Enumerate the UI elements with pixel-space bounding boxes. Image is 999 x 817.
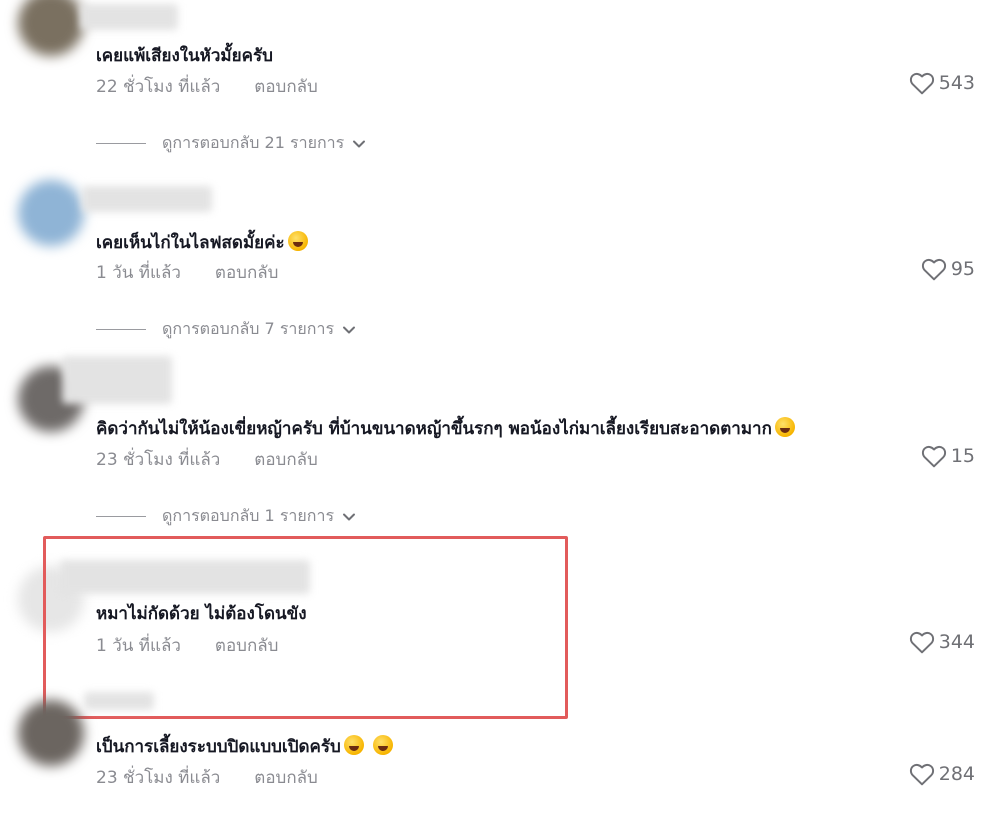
- comment-text: เป็นการเลี้ยงระบบปิดแบบเปิดครับ: [96, 733, 393, 760]
- like-button[interactable]: 15: [921, 444, 975, 468]
- view-replies-label: ดูการตอบกลับ 7 รายการ: [162, 319, 335, 338]
- rolling-laughing-emoji-icon: [372, 735, 393, 755]
- chevron-down-icon: [343, 513, 356, 520]
- comment-time: 23 ชั่วโมง ที่แล้ว: [96, 450, 221, 470]
- divider-line: [96, 143, 146, 144]
- comment-text-content: คิดว่ากันไม่ให้น้องเขี่ยหญ้าครับ ที่บ้าน…: [96, 419, 772, 439]
- like-count: 95: [950, 258, 975, 280]
- like-button[interactable]: 543: [909, 71, 975, 95]
- chevron-down-icon: [353, 140, 366, 147]
- comment-meta: 23 ชั่วโมง ที่แล้ว ตอบกลับ: [96, 764, 318, 791]
- laughing-emoji-icon: [287, 231, 308, 251]
- like-count: 344: [938, 631, 975, 653]
- reply-button[interactable]: ตอบกลับ: [254, 768, 318, 788]
- heart-outline-icon: [921, 445, 946, 468]
- comment-meta: 23 ชั่วโมง ที่แล้ว ตอบกลับ: [96, 446, 318, 473]
- thinking-emoji-icon: [774, 417, 795, 437]
- like-count: 15: [950, 445, 975, 467]
- like-button[interactable]: 284: [909, 762, 975, 786]
- reply-button[interactable]: ตอบกลับ: [254, 77, 318, 97]
- username-blurred[interactable]: [62, 356, 172, 404]
- comment-time: 22 ชั่วโมง ที่แล้ว: [96, 77, 221, 97]
- view-replies-label: ดูการตอบกลับ 1 รายการ: [162, 506, 335, 525]
- heart-outline-icon: [921, 258, 946, 281]
- avatar[interactable]: [18, 180, 84, 246]
- like-button[interactable]: 344: [909, 630, 975, 654]
- comment-meta: 22 ชั่วโมง ที่แล้ว ตอบกลับ: [96, 73, 318, 100]
- comment-text-content: เคยเห็นไก่ในไลฟสดมั้ยค่ะ: [96, 233, 285, 253]
- heart-outline-icon: [909, 631, 934, 654]
- username-blurred[interactable]: [80, 4, 178, 30]
- comment-text-content: เป็นการเลี้ยงระบบปิดแบบเปิดครับ: [96, 737, 341, 757]
- view-replies-button[interactable]: ดูการตอบกลับ 7 รายการ: [96, 317, 356, 342]
- comment-text: คิดว่ากันไม่ให้น้องเขี่ยหญ้าครับ ที่บ้าน…: [96, 415, 795, 442]
- avatar[interactable]: [18, 700, 84, 766]
- comment-text: เคยเห็นไก่ในไลฟสดมั้ยค่ะ: [96, 229, 308, 256]
- chevron-down-icon: [343, 326, 356, 333]
- heart-outline-icon: [909, 72, 934, 95]
- reply-button[interactable]: ตอบกลับ: [215, 263, 279, 283]
- sweat-smile-emoji-icon: [343, 735, 364, 755]
- comment-text: เคยแพ้เสียงในหัวมั้ยครับ: [96, 46, 273, 66]
- divider-line: [96, 516, 146, 517]
- view-replies-label: ดูการตอบกลับ 21 รายการ: [162, 133, 345, 152]
- comment-time: 23 ชั่วโมง ที่แล้ว: [96, 768, 221, 788]
- avatar[interactable]: [18, 0, 84, 56]
- comment-time: 1 วัน ที่แล้ว: [96, 263, 181, 283]
- like-button[interactable]: 95: [921, 257, 975, 281]
- reply-button[interactable]: ตอบกลับ: [254, 450, 318, 470]
- username-blurred[interactable]: [82, 186, 212, 212]
- view-replies-button[interactable]: ดูการตอบกลับ 1 รายการ: [96, 504, 356, 529]
- divider-line: [96, 329, 146, 330]
- like-count: 543: [938, 72, 975, 94]
- like-count: 284: [938, 763, 975, 785]
- heart-outline-icon: [909, 763, 934, 786]
- username-blurred[interactable]: [84, 692, 154, 710]
- comment-meta: 1 วัน ที่แล้ว ตอบกลับ: [96, 259, 278, 286]
- view-replies-button[interactable]: ดูการตอบกลับ 21 รายการ: [96, 131, 366, 156]
